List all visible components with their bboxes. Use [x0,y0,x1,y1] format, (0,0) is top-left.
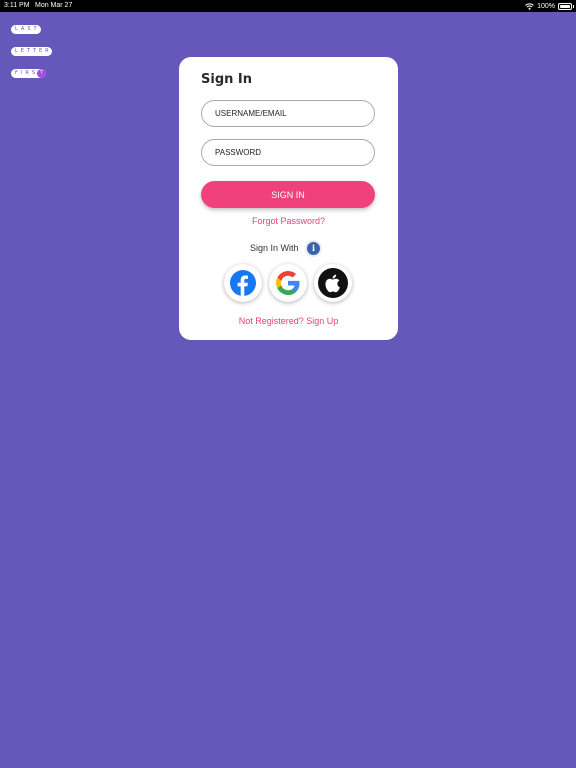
logo-row-1: LAST [11,25,41,34]
logo-row-3-text: FIRS [15,70,38,76]
sign-up-link[interactable]: Not Registered? Sign Up [179,316,398,326]
sign-in-screen: 3:11 PM Mon Mar 27 100% LAST LETTER FIRS… [0,0,576,768]
status-indicators: 100% [525,1,574,11]
password-field[interactable] [201,139,375,166]
logo-row-2: LETTER [11,47,52,56]
status-bar: 3:11 PM Mon Mar 27 100% [0,0,576,12]
google-sign-in-button[interactable] [269,264,307,302]
logo-row-3: FIRS T [11,69,46,78]
status-date: Mon Mar 27 [35,2,73,9]
battery-percent: 100% [537,2,555,10]
facebook-sign-in-button[interactable] [224,264,262,302]
wifi-icon [525,2,534,10]
sign-in-button[interactable]: SIGN IN [201,181,375,208]
facebook-icon [230,270,256,296]
apple-icon [318,268,348,298]
app-logo: LAST LETTER FIRS T [11,15,52,81]
page-title: Sign In [201,72,252,87]
google-icon [276,271,300,295]
status-time: 3:11 PM [4,2,30,9]
sign-in-with-label: Sign In With [250,243,299,253]
username-email-field[interactable] [201,100,375,127]
battery-icon [558,2,574,10]
logo-badge: T [37,69,46,78]
sign-in-card: Sign In SIGN IN Forgot Password? Sign In… [179,57,398,340]
apple-sign-in-button[interactable] [314,264,352,302]
info-icon[interactable]: i [307,242,320,255]
forgot-password-link[interactable]: Forgot Password? [179,216,398,226]
